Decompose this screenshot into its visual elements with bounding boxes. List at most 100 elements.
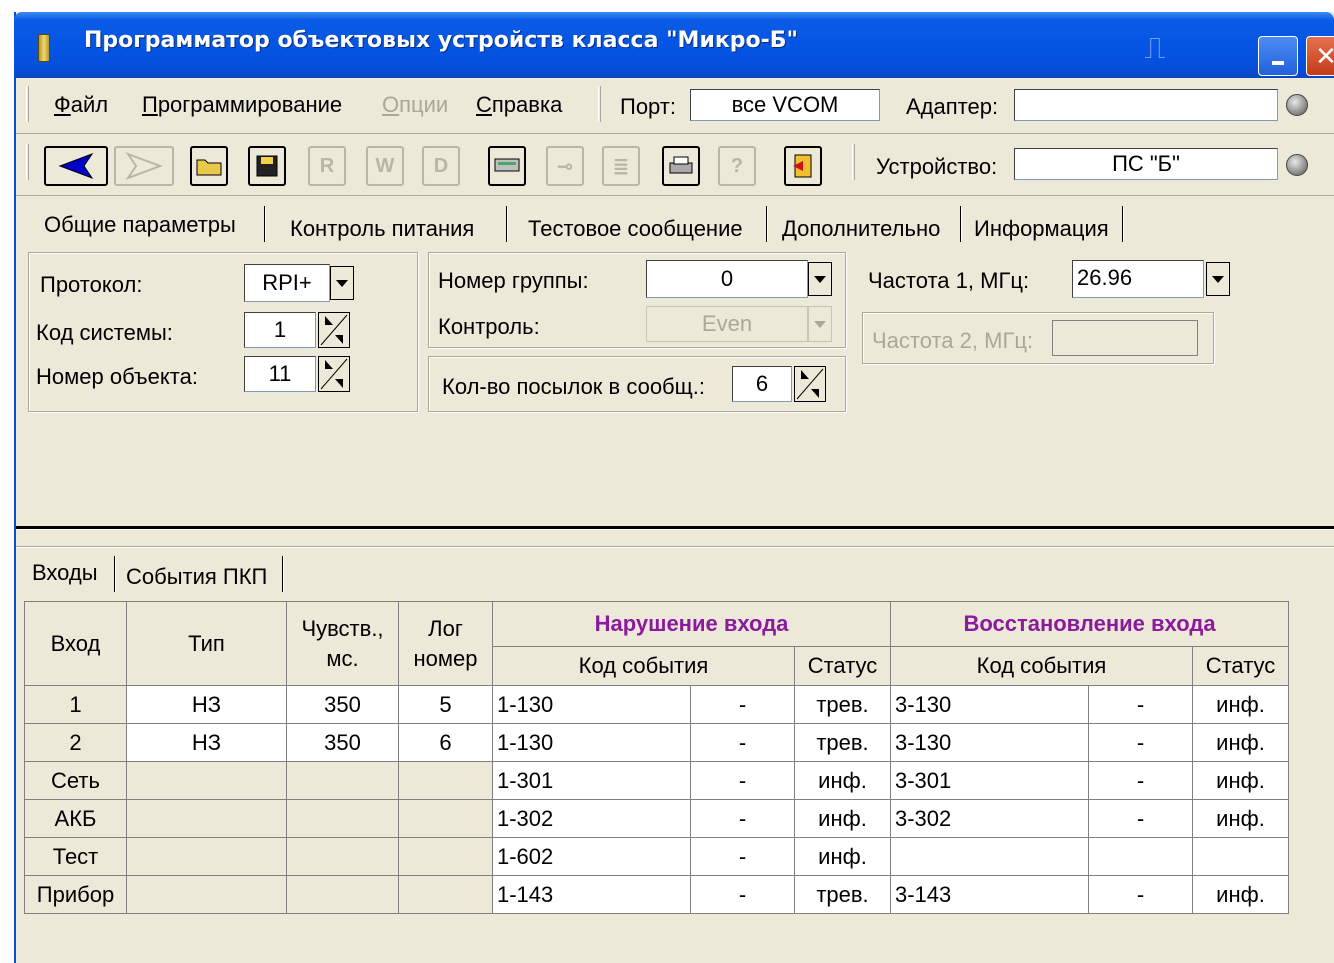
- protocol-combo[interactable]: RPI+: [244, 264, 330, 302]
- row-restore-status-cell[interactable]: инф.: [1192, 723, 1289, 762]
- open-button[interactable]: [190, 146, 228, 186]
- write-button[interactable]: W: [366, 146, 404, 186]
- device-field[interactable]: ПС "Б": [1014, 148, 1278, 180]
- tab-general[interactable]: Общие параметры: [44, 212, 236, 238]
- row-type-cell[interactable]: [126, 837, 287, 876]
- row-restore-zone-cell[interactable]: [1088, 837, 1193, 876]
- tab-test-message[interactable]: Тестовое сообщение: [528, 216, 743, 242]
- help-button[interactable]: ?: [718, 146, 756, 186]
- control-combo[interactable]: Even: [646, 306, 808, 342]
- control-dropdown-button[interactable]: [808, 306, 832, 342]
- row-sensitivity-cell[interactable]: [286, 799, 399, 838]
- menu-options[interactable]: Опции: [382, 92, 448, 118]
- menu-programming[interactable]: Программирование: [142, 92, 342, 118]
- table-row[interactable]: 2 НЗ 350 6 1-130- трев. 3-130- инф.: [24, 723, 1289, 762]
- row-violation-zone-cell[interactable]: -: [690, 875, 795, 914]
- group-number-dropdown-button[interactable]: [808, 262, 832, 296]
- toolbar-grip[interactable]: [26, 144, 29, 180]
- row-log-cell[interactable]: 6: [398, 723, 493, 762]
- row-violation-zone-cell[interactable]: -: [690, 837, 795, 876]
- row-restore-code-cell[interactable]: [890, 837, 1089, 876]
- table-row[interactable]: Тест 1-602- инф.: [24, 837, 1289, 876]
- row-restore-status-cell[interactable]: [1192, 837, 1289, 876]
- row-sensitivity-cell[interactable]: 350: [286, 723, 399, 762]
- row-restore-status-cell[interactable]: инф.: [1192, 875, 1289, 914]
- object-number-spinner[interactable]: [318, 356, 350, 392]
- freq1-dropdown-button[interactable]: [1206, 262, 1230, 296]
- row-input-cell[interactable]: Тест: [24, 837, 127, 876]
- read-button[interactable]: R: [308, 146, 346, 186]
- row-sensitivity-cell[interactable]: [286, 761, 399, 800]
- row-restore-code-cell[interactable]: 3-130: [890, 723, 1089, 762]
- row-violation-code-cell[interactable]: 1-130: [492, 685, 691, 724]
- row-violation-code-cell[interactable]: 1-602: [492, 837, 691, 876]
- tab-events[interactable]: События ПКП: [126, 564, 267, 590]
- row-violation-status-cell[interactable]: трев.: [794, 685, 891, 724]
- row-restore-zone-cell[interactable]: -: [1088, 685, 1193, 724]
- row-violation-code-cell[interactable]: 1-143: [492, 875, 691, 914]
- row-violation-code-cell[interactable]: 1-301: [492, 761, 691, 800]
- row-type-cell[interactable]: [126, 761, 287, 800]
- row-type-cell[interactable]: НЗ: [126, 685, 287, 724]
- header-log-number[interactable]: Лог номер: [398, 601, 493, 686]
- table-row[interactable]: 1 НЗ 350 5 1-130- трев. 3-130- инф.: [24, 685, 1289, 724]
- header-input[interactable]: Вход: [24, 601, 127, 686]
- save-button[interactable]: [248, 146, 286, 186]
- packets-field[interactable]: 6: [732, 366, 792, 402]
- keyboard-button[interactable]: [488, 146, 526, 186]
- row-violation-zone-cell[interactable]: -: [690, 761, 795, 800]
- row-restore-zone-cell[interactable]: -: [1088, 799, 1193, 838]
- row-restore-code-cell[interactable]: 3-130: [890, 685, 1089, 724]
- row-violation-status-cell[interactable]: инф.: [794, 799, 891, 838]
- row-violation-status-cell[interactable]: трев.: [794, 875, 891, 914]
- object-number-field[interactable]: 11: [244, 356, 316, 392]
- row-restore-code-cell[interactable]: 3-143: [890, 875, 1089, 914]
- header-violation-code[interactable]: Код события: [492, 646, 795, 686]
- device-grip[interactable]: [852, 144, 855, 180]
- key-button[interactable]: ⊸: [546, 146, 584, 186]
- row-restore-status-cell[interactable]: инф.: [1192, 685, 1289, 724]
- header-violation-status[interactable]: Статус: [794, 646, 891, 686]
- freq1-combo[interactable]: 26.96: [1072, 260, 1204, 298]
- tab-inputs[interactable]: Входы: [32, 560, 98, 586]
- row-violation-code-cell[interactable]: 1-130: [492, 723, 691, 762]
- tab-additional[interactable]: Дополнительно: [782, 216, 940, 242]
- system-code-spinner[interactable]: [318, 312, 350, 348]
- menu-grip[interactable]: [26, 86, 29, 122]
- row-restore-status-cell[interactable]: инф.: [1192, 799, 1289, 838]
- menu-help[interactable]: Справка: [476, 92, 562, 118]
- header-sensitivity[interactable]: Чувств., мс.: [286, 601, 399, 686]
- row-input-cell[interactable]: 2: [24, 723, 127, 762]
- back-button[interactable]: [44, 146, 108, 186]
- row-input-cell[interactable]: АКБ: [24, 799, 127, 838]
- title-bar[interactable]: Программатор объектовых устройств класса…: [14, 12, 1334, 78]
- row-log-cell[interactable]: [398, 799, 493, 838]
- tab-info[interactable]: Информация: [974, 216, 1109, 242]
- protocol-dropdown-button[interactable]: [330, 266, 354, 300]
- row-restore-zone-cell[interactable]: -: [1088, 723, 1193, 762]
- row-violation-status-cell[interactable]: трев.: [794, 723, 891, 762]
- menu-file[interactable]: Файл: [54, 92, 108, 118]
- row-sensitivity-cell[interactable]: [286, 837, 399, 876]
- row-violation-zone-cell[interactable]: -: [690, 723, 795, 762]
- row-log-cell[interactable]: [398, 761, 493, 800]
- row-restore-code-cell[interactable]: 3-302: [890, 799, 1089, 838]
- row-violation-code-cell[interactable]: 1-302: [492, 799, 691, 838]
- row-input-cell[interactable]: Прибор: [24, 875, 127, 914]
- row-violation-zone-cell[interactable]: -: [690, 685, 795, 724]
- verify-button[interactable]: D: [422, 146, 460, 186]
- row-log-cell[interactable]: [398, 837, 493, 876]
- table-row[interactable]: АКБ 1-302- инф. 3-302- инф.: [24, 799, 1289, 838]
- table-row[interactable]: Прибор 1-143- трев. 3-143- инф.: [24, 875, 1289, 914]
- splitter[interactable]: [16, 526, 1334, 530]
- group-number-combo[interactable]: 0: [646, 260, 808, 298]
- print-button[interactable]: [662, 146, 700, 186]
- header-restore-code[interactable]: Код события: [890, 646, 1193, 686]
- row-log-cell[interactable]: 5: [398, 685, 493, 724]
- adapter-field[interactable]: [1014, 89, 1278, 121]
- row-violation-status-cell[interactable]: инф.: [794, 761, 891, 800]
- header-restore-status[interactable]: Статус: [1192, 646, 1289, 686]
- row-restore-zone-cell[interactable]: -: [1088, 761, 1193, 800]
- row-type-cell[interactable]: НЗ: [126, 723, 287, 762]
- row-restore-zone-cell[interactable]: -: [1088, 875, 1193, 914]
